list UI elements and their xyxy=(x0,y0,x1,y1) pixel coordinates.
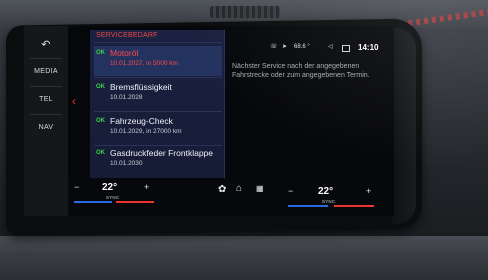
car-interior-photo: ↶ MEDIA TEL NAV ‹ SERVICEBEDARF OK Motor… xyxy=(0,0,488,280)
divider xyxy=(30,86,62,87)
nav-item-media[interactable]: MEDIA xyxy=(24,68,68,75)
left-nav-bar: ↶ MEDIA TEL NAV xyxy=(24,26,68,216)
climate-zone-right: − 22° SYNC + xyxy=(288,184,388,214)
fan-icon[interactable]: ✿ xyxy=(218,184,226,195)
status-badge: OK xyxy=(96,118,105,124)
back-arrow-icon[interactable]: ↶ xyxy=(24,38,68,51)
service-item-detail: 10.01.2029, in 27000 km xyxy=(110,128,182,135)
service-item[interactable]: OK Bremsflüssigkeit 10.01.2028 xyxy=(94,80,222,112)
nav-item-nav[interactable]: NAV xyxy=(24,124,68,131)
info-text: Nächster Service nach der angegebenen Fa… xyxy=(232,63,370,79)
apps-grid-icon[interactable]: ▦ xyxy=(256,184,264,193)
service-item-detail: 10.01.2030 xyxy=(110,160,143,167)
infotainment-screen: ↶ MEDIA TEL NAV ‹ SERVICEBEDARF OK Motor… xyxy=(24,26,394,216)
service-item[interactable]: OK Motoröl 10.01.2027, in 5000 km xyxy=(94,46,222,78)
temp-scale-warm xyxy=(334,205,374,207)
service-item-title: Fahrzeug-Check xyxy=(110,116,173,126)
phone-icon: ☏ xyxy=(270,44,278,50)
status-badge: OK xyxy=(96,84,105,90)
temp-value[interactable]: 22° xyxy=(318,186,333,197)
service-item-title: Bremsflüssigkeit xyxy=(110,82,172,92)
temp-down-button[interactable]: − xyxy=(288,186,293,196)
divider xyxy=(94,77,222,78)
climate-zone-left: − 22° SYNC + xyxy=(74,180,164,210)
status-badge: OK xyxy=(96,50,105,56)
outside-temperature: 68.6 ° xyxy=(294,44,310,50)
status-badge: OK xyxy=(96,150,105,156)
home-icon[interactable]: ⌂ xyxy=(236,183,242,194)
divider xyxy=(94,42,222,43)
temp-up-button[interactable]: + xyxy=(366,186,371,196)
divider xyxy=(30,58,62,59)
sync-label[interactable]: SYNC xyxy=(322,199,335,204)
chevron-left-icon[interactable]: ‹ xyxy=(72,94,76,108)
temp-scale-cold xyxy=(74,201,112,203)
service-item-detail: 10.01.2027, in 5000 km xyxy=(110,60,178,67)
divider xyxy=(30,114,62,115)
nav-item-tel[interactable]: TEL xyxy=(24,96,68,103)
volume-icon: ◁ xyxy=(328,44,333,50)
temp-scale-warm xyxy=(116,201,154,203)
screen-icon xyxy=(342,45,350,52)
service-panel: SERVICEBEDARF OK Motoröl 10.01.2027, in … xyxy=(90,30,225,178)
temp-scale-cold xyxy=(288,205,328,207)
service-item-title: Gasdruckfeder Frontklappe xyxy=(110,148,213,158)
air-vent xyxy=(210,6,280,18)
temp-value[interactable]: 22° xyxy=(102,182,117,193)
divider xyxy=(94,111,222,112)
leather-texture xyxy=(0,250,488,280)
panel-title: SERVICEBEDARF xyxy=(96,32,158,39)
temp-up-button[interactable]: + xyxy=(144,182,149,192)
service-item-title: Motoröl xyxy=(110,48,139,58)
sync-label[interactable]: SYNC xyxy=(106,195,119,200)
display-bezel-right xyxy=(392,28,416,224)
climate-bar: − 22° SYNC + ✿ ⌂ ▦ − 22° SYNC + xyxy=(68,178,394,216)
service-item-detail: 10.01.2028 xyxy=(110,94,143,101)
location-icon: ➤ xyxy=(282,44,288,50)
clock: 14:10 xyxy=(358,43,379,52)
service-item[interactable]: OK Gasdruckfeder Frontklappe 10.01.2030 xyxy=(94,146,222,176)
temp-down-button[interactable]: − xyxy=(74,182,79,192)
service-item[interactable]: OK Fahrzeug-Check 10.01.2029, in 27000 k… xyxy=(94,114,222,146)
